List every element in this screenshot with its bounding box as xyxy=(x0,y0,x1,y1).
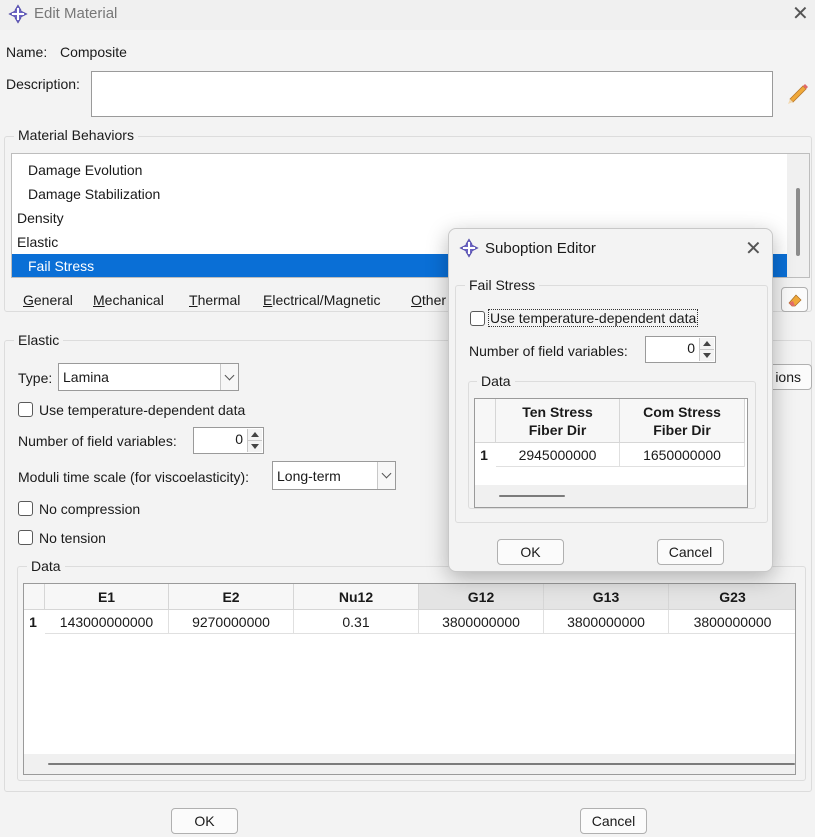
column-header-g13[interactable]: G13 xyxy=(544,584,669,610)
column-header-g12[interactable]: G12 xyxy=(419,584,544,610)
suboption-cancel-button[interactable]: Cancel xyxy=(657,539,724,565)
behavior-item-damage-stabilization[interactable]: Damage Stabilization xyxy=(12,182,787,206)
no-tension-checkbox[interactable] xyxy=(18,530,33,545)
behaviors-scroll-thumb[interactable] xyxy=(796,188,800,256)
suboption-editor-dialog[interactable]: Suboption Editor ✕ Fail Stress Use tempe… xyxy=(448,228,773,572)
suboption-table-hscroll-thumb[interactable] xyxy=(499,495,565,497)
close-icon[interactable]: ✕ xyxy=(792,4,809,24)
suboption-temp-dependent-label: Use temperature-dependent data xyxy=(487,309,699,327)
elastic-data-title: Data xyxy=(27,558,65,574)
pencil-icon[interactable] xyxy=(784,80,810,109)
table-cell-e2[interactable]: 9270000000 xyxy=(169,610,294,634)
type-combo-value: Lamina xyxy=(63,369,109,385)
abaqus-cross-icon xyxy=(459,238,479,261)
no-compression-label: No compression xyxy=(39,501,141,517)
close-icon[interactable]: ✕ xyxy=(745,239,762,259)
suboption-title: Suboption Editor xyxy=(485,240,596,257)
elastic-field-vars-value: 0 xyxy=(235,431,243,447)
description-label: Description: xyxy=(6,76,80,92)
abaqus-cross-icon xyxy=(8,4,28,27)
moduli-combo[interactable]: Long-term xyxy=(272,461,396,490)
table-cell-g23[interactable]: 3800000000 xyxy=(669,610,795,634)
title-bar: Edit Material ✕ xyxy=(0,0,815,30)
menu-thermal[interactable]: Thermal xyxy=(189,292,240,308)
moduli-label: Moduli time scale (for viscoelasticity): xyxy=(18,469,250,485)
table-cell-com-stress[interactable]: 1650000000 xyxy=(620,443,745,467)
suboption-field-vars-label: Number of field variables: xyxy=(469,343,628,359)
suboption-ok-button[interactable]: OK xyxy=(497,539,564,565)
type-label: Type: xyxy=(18,370,53,386)
menu-other[interactable]: Other xyxy=(411,292,446,308)
type-combo[interactable]: Lamina xyxy=(58,363,239,391)
stepper-down-icon[interactable] xyxy=(248,440,262,452)
description-field[interactable] xyxy=(91,71,773,117)
name-label: Name: xyxy=(6,44,48,60)
elastic-table-hscroll-thumb[interactable] xyxy=(48,763,795,765)
elastic-group-title: Elastic xyxy=(14,332,64,348)
table-cell-nu12[interactable]: 0.31 xyxy=(294,610,419,634)
column-header-e2[interactable]: E2 xyxy=(169,584,294,610)
row-header-1[interactable]: 1 xyxy=(475,443,493,467)
behavior-item-damage-evolution[interactable]: Damage Evolution xyxy=(12,158,787,182)
suboption-data-title: Data xyxy=(477,373,515,389)
column-header-e1[interactable]: E1 xyxy=(45,584,169,610)
column-header-g23[interactable]: G23 xyxy=(669,584,795,610)
stepper-down-icon[interactable] xyxy=(700,349,714,361)
table-cell-g12[interactable]: 3800000000 xyxy=(419,610,544,634)
menu-mechanical[interactable]: Mechanical xyxy=(93,292,164,308)
material-behaviors-title: Material Behaviors xyxy=(14,127,138,143)
elastic-table-hscroll[interactable] xyxy=(24,754,795,774)
suboption-table-hscroll[interactable] xyxy=(475,485,747,507)
elastic-data-table[interactable]: E1 E2 Nu12 G12 G13 G23 1 143000000000 92… xyxy=(23,583,796,775)
suboption-title-bar: Suboption Editor ✕ xyxy=(449,229,772,269)
stepper-up-icon[interactable] xyxy=(700,338,714,350)
fail-stress-group-title: Fail Stress xyxy=(465,277,540,293)
table-cell-e1[interactable]: 143000000000 xyxy=(45,610,169,634)
column-header-corner xyxy=(24,584,45,610)
ok-button[interactable]: OK xyxy=(171,808,238,834)
delete-behavior-button[interactable] xyxy=(781,287,808,312)
eraser-icon xyxy=(786,294,804,312)
name-value: Composite xyxy=(60,44,127,60)
stepper-up-icon[interactable] xyxy=(248,429,262,441)
column-header-ten-stress[interactable]: Ten Stress Fiber Dir xyxy=(496,399,620,443)
menu-electrical-magnetic[interactable]: Electrical/Magnetic xyxy=(263,292,381,308)
behaviors-scrollbar[interactable] xyxy=(787,154,809,277)
elastic-field-vars-stepper[interactable]: 0 xyxy=(193,427,264,454)
table-cell-g13[interactable]: 3800000000 xyxy=(544,610,669,634)
suboption-field-vars-stepper[interactable]: 0 xyxy=(645,336,716,363)
chevron-down-icon[interactable] xyxy=(377,462,395,489)
column-header-nu12[interactable]: Nu12 xyxy=(294,584,419,610)
suboption-temp-dependent-checkbox[interactable] xyxy=(470,311,485,326)
window-title: Edit Material xyxy=(34,5,118,22)
row-header-1[interactable]: 1 xyxy=(24,610,42,634)
cancel-button[interactable]: Cancel xyxy=(580,808,647,834)
suboption-data-table[interactable]: Ten Stress Fiber Dir Com Stress Fiber Di… xyxy=(474,398,748,508)
no-compression-checkbox[interactable] xyxy=(18,501,33,516)
elastic-field-vars-label: Number of field variables: xyxy=(18,433,177,449)
elastic-temp-dependent-label: Use temperature-dependent data xyxy=(39,402,246,418)
menu-general[interactable]: General xyxy=(23,292,73,308)
behavior-item-density[interactable]: Density xyxy=(12,206,787,230)
no-tension-label: No tension xyxy=(39,530,106,546)
column-header-corner xyxy=(475,399,496,443)
suboption-field-vars-value: 0 xyxy=(687,340,695,356)
column-header-com-stress[interactable]: Com Stress Fiber Dir xyxy=(620,399,745,443)
chevron-down-icon[interactable] xyxy=(220,364,238,390)
table-cell-ten-stress[interactable]: 2945000000 xyxy=(496,443,620,467)
elastic-temp-dependent-checkbox[interactable] xyxy=(18,402,33,417)
moduli-combo-value: Long-term xyxy=(277,468,341,484)
